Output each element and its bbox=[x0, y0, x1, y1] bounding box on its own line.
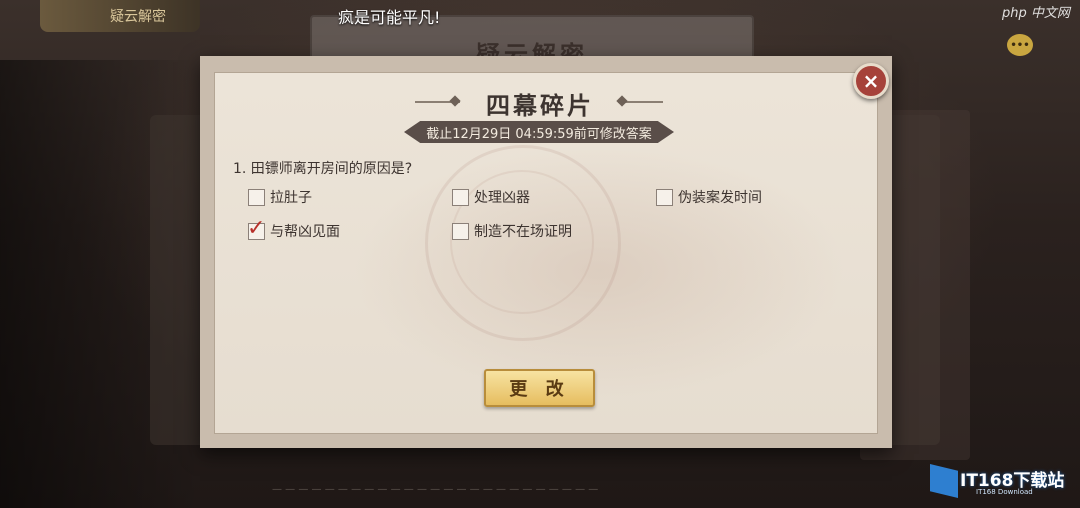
change-answer-button[interactable]: 更 改 bbox=[484, 369, 595, 407]
marquee-text: 疯是可能平凡! bbox=[338, 8, 441, 27]
checkmark-icon: ✓ bbox=[247, 215, 266, 241]
checkbox[interactable] bbox=[452, 188, 469, 206]
checkbox[interactable] bbox=[656, 188, 673, 206]
checkbox-checked[interactable]: ✓ bbox=[247, 217, 265, 240]
option-bangxiong-jianmian[interactable]: ✓ 与帮凶见面 bbox=[247, 217, 340, 241]
checkbox[interactable] bbox=[452, 222, 469, 240]
option-la-duzi[interactable]: 拉肚子 bbox=[248, 187, 312, 207]
background-top-badge-text: 疑云解密 bbox=[110, 9, 166, 25]
option-chuli-xiongqi[interactable]: 处理凶器 bbox=[452, 187, 530, 207]
question-text: 1. 田镖师离开房间的原因是? bbox=[233, 161, 413, 177]
option-weizhuang-shijian[interactable]: 伪装案发时间 bbox=[656, 187, 762, 207]
option-label: 与帮凶见面 bbox=[270, 224, 340, 240]
dialog-title: 四幕碎片 bbox=[486, 92, 594, 120]
option-label: 处理凶器 bbox=[474, 190, 530, 206]
option-label: 制造不在场证明 bbox=[474, 224, 572, 240]
close-icon[interactable]: × bbox=[853, 63, 889, 99]
watermark-subtext: IT168 Download bbox=[976, 488, 1033, 496]
bottom-hint: — — — — — — — — — — — — — — — — — — — — … bbox=[272, 484, 599, 495]
chat-icon[interactable]: ••• bbox=[1007, 34, 1033, 56]
deadline-banner: 截止12月29日 04:59:59前可修改答案 bbox=[404, 121, 674, 143]
option-label: 拉肚子 bbox=[270, 190, 312, 206]
watermark-logo-icon bbox=[930, 464, 958, 498]
option-label: 伪装案发时间 bbox=[678, 190, 762, 206]
checkbox[interactable] bbox=[248, 188, 265, 206]
site-watermark: IT168下载站 IT168 Download bbox=[930, 462, 1070, 502]
background-top-badge: 疑云解密 bbox=[40, 0, 200, 32]
option-buzaichang-zhengming[interactable]: 制造不在场证明 bbox=[452, 221, 572, 241]
php-watermark: php 中文网 bbox=[1002, 6, 1070, 21]
